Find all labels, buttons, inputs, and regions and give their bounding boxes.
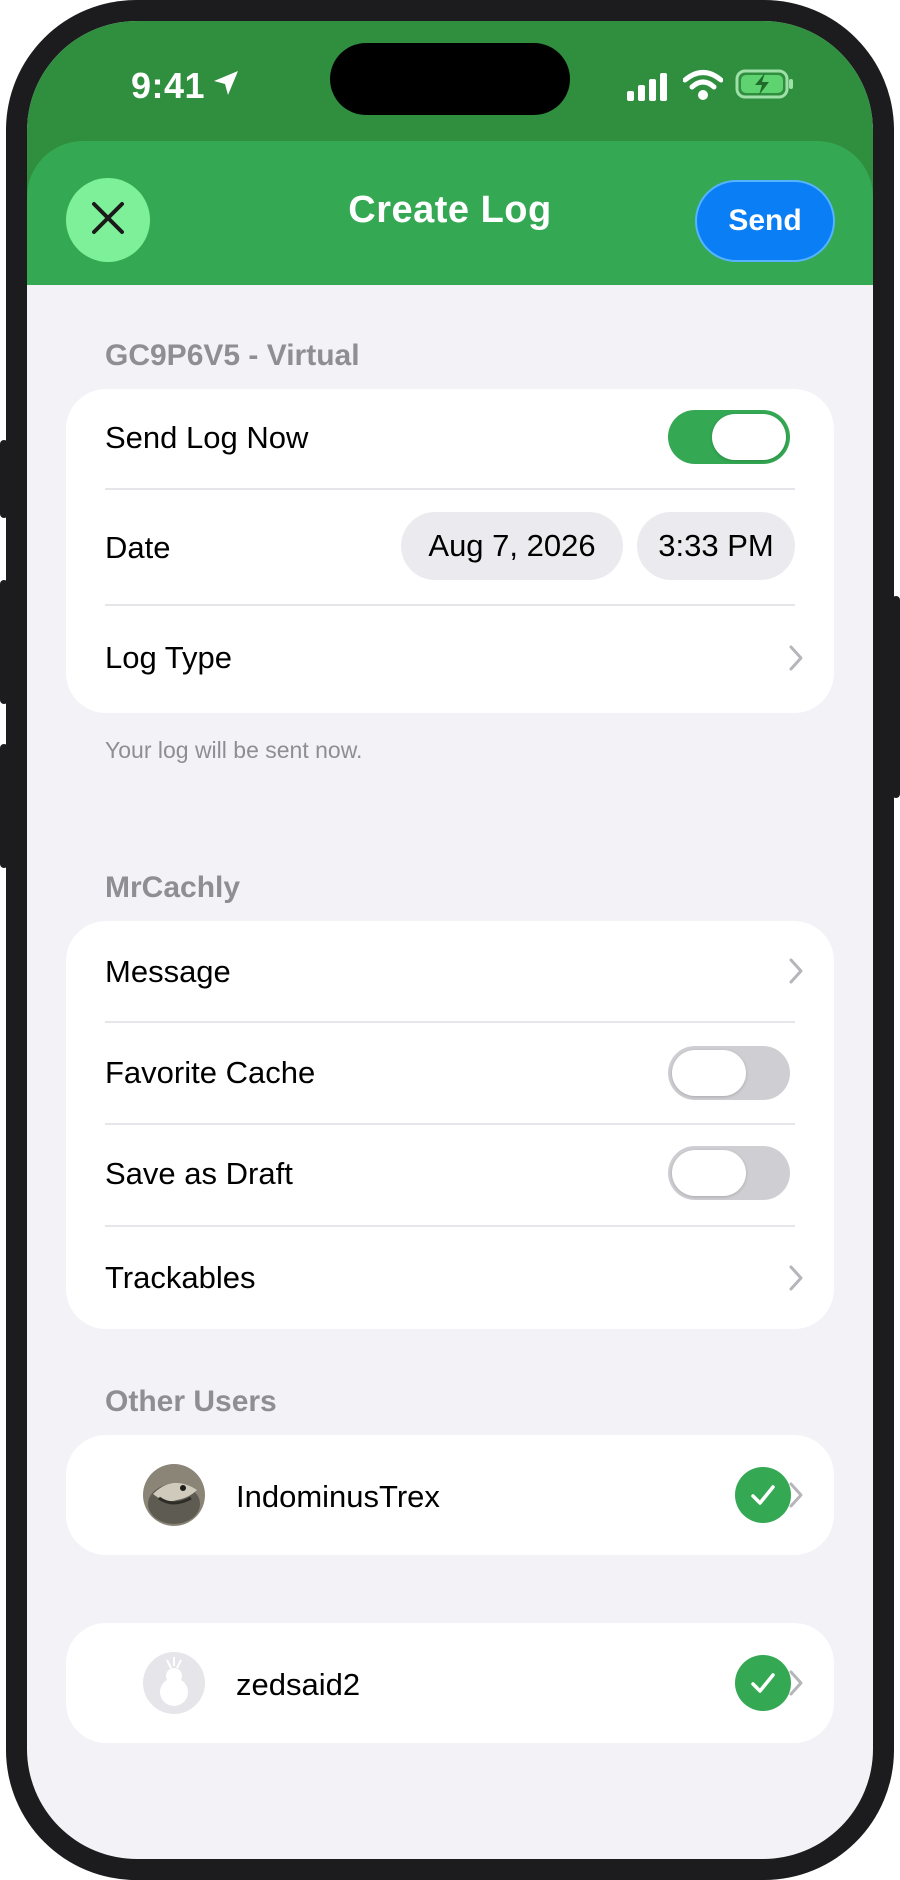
user-settings-card: Message Favorite Cache Save as Draft Tra… xyxy=(66,921,834,1329)
save-draft-label: Save as Draft xyxy=(105,1156,293,1191)
user-row[interactable]: IndominusTrex xyxy=(66,1435,834,1555)
screen: 9:41 Create Log Send GC9P6V5 - Virtual S… xyxy=(27,21,873,1859)
save-draft-row: Save as Draft xyxy=(66,1125,834,1225)
power-button xyxy=(892,596,900,798)
volume-up-button xyxy=(0,580,8,704)
send-button[interactable]: Send xyxy=(695,180,835,262)
favorite-cache-row: Favorite Cache xyxy=(66,1023,834,1123)
message-row[interactable]: Message xyxy=(66,921,834,1022)
message-label: Message xyxy=(105,954,231,989)
favorite-cache-toggle[interactable] xyxy=(668,1046,790,1100)
chevron-right-icon xyxy=(788,1481,804,1514)
chevron-right-icon xyxy=(788,644,804,677)
username: IndominusTrex xyxy=(236,1479,440,1514)
date-picker[interactable]: Aug 7, 2026 xyxy=(401,512,623,580)
other-users-label: Other Users xyxy=(105,1385,277,1418)
location-arrow-icon xyxy=(212,69,240,102)
save-draft-toggle[interactable] xyxy=(668,1146,790,1200)
date-label: Date xyxy=(105,530,171,565)
cellular-signal-icon xyxy=(627,73,669,106)
battery-charging-icon xyxy=(735,67,795,106)
username: zedsaid2 xyxy=(236,1667,361,1702)
user-section-label: MrCachly xyxy=(105,871,241,904)
avatar xyxy=(143,1464,205,1526)
time-picker[interactable]: 3:33 PM xyxy=(637,512,795,580)
send-status-footnote: Your log will be sent now. xyxy=(105,737,363,763)
checkmark-icon xyxy=(735,1467,791,1523)
trackables-label: Trackables xyxy=(105,1260,256,1295)
status-time: 9:41 xyxy=(131,65,206,106)
log-type-label: Log Type xyxy=(105,640,232,675)
avatar xyxy=(143,1652,205,1714)
send-log-now-row: Send Log Now xyxy=(66,389,834,489)
checkmark-icon xyxy=(735,1655,791,1711)
action-button xyxy=(0,440,8,518)
cache-section-label: GC9P6V5 - Virtual xyxy=(105,339,360,372)
log-type-row[interactable]: Log Type xyxy=(66,606,834,713)
send-log-now-label: Send Log Now xyxy=(105,420,309,455)
date-row: Date Aug 7, 2026 3:33 PM xyxy=(66,490,834,604)
trackables-row[interactable]: Trackables xyxy=(66,1227,834,1329)
chevron-right-icon xyxy=(788,1669,804,1702)
cache-settings-card: Send Log Now Date Aug 7, 2026 3:33 PM Lo… xyxy=(66,389,834,713)
chevron-right-icon xyxy=(788,957,804,990)
dynamic-island xyxy=(330,43,570,115)
send-log-now-toggle[interactable] xyxy=(668,410,790,464)
chevron-right-icon xyxy=(788,1264,804,1297)
wifi-icon xyxy=(682,69,724,106)
user-row[interactable]: zedsaid2 xyxy=(66,1623,834,1743)
volume-down-button xyxy=(0,744,8,868)
favorite-cache-label: Favorite Cache xyxy=(105,1055,316,1090)
nav-header: Create Log Send xyxy=(27,141,873,285)
